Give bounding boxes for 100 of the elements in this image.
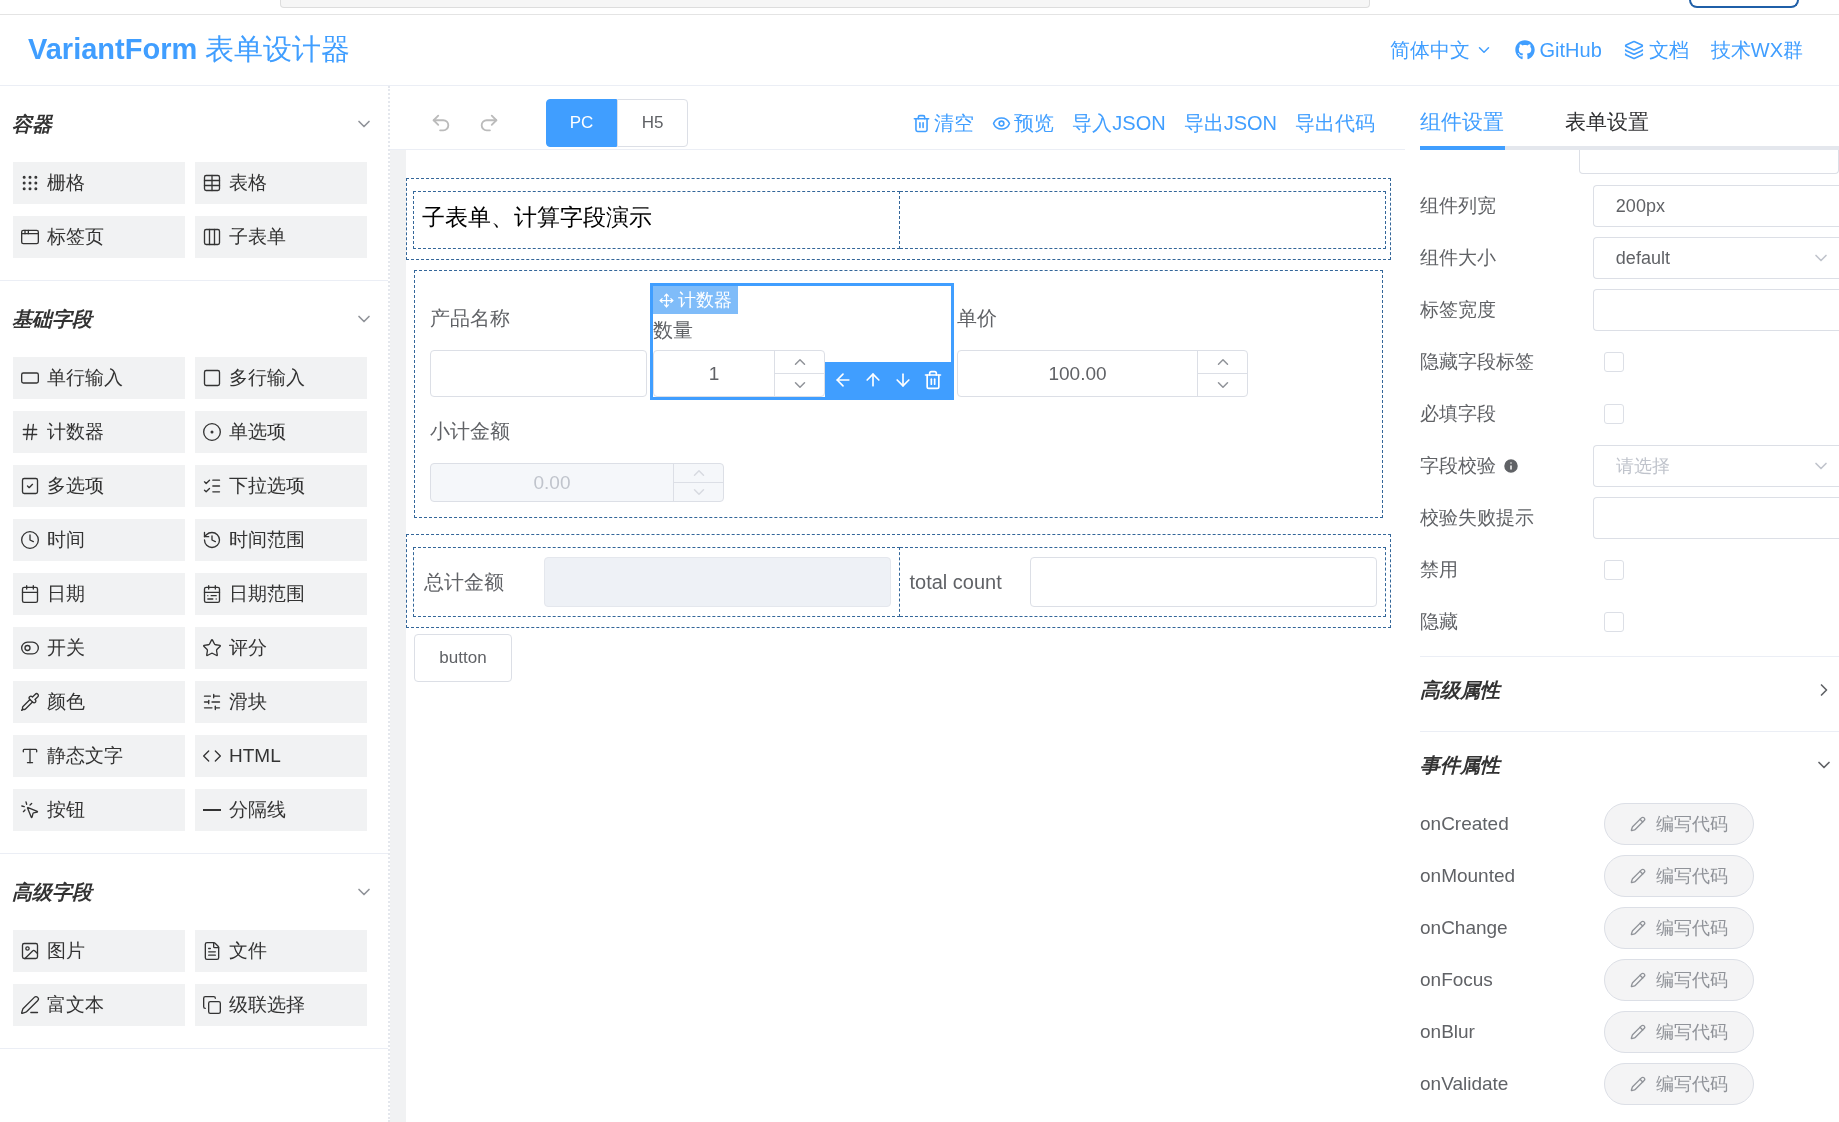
property-label: 组件列宽	[1420, 194, 1496, 218]
widget-item[interactable]: 时间范围	[195, 519, 367, 561]
window-icon	[20, 227, 40, 247]
widget-item[interactable]: 评分	[195, 627, 367, 669]
event-label: onChange	[1420, 917, 1509, 939]
widget-item[interactable]: 级联选择	[195, 984, 367, 1026]
hash-icon	[20, 422, 40, 442]
widget-item[interactable]: 日期范围	[195, 573, 367, 615]
static-text: 子表单、计算字段演示	[422, 203, 652, 232]
table-icon	[202, 173, 222, 193]
number-input[interactable]: 100.00	[957, 350, 1248, 397]
widget-item[interactable]: 图片	[13, 930, 185, 972]
pencil-icon	[1630, 868, 1646, 884]
list-icon	[202, 476, 222, 496]
number-input[interactable]: 1	[653, 350, 825, 397]
widget-item[interactable]: 文件	[195, 930, 367, 972]
text-input[interactable]	[1029, 557, 1377, 607]
file-icon	[202, 941, 222, 961]
square-icon	[202, 368, 222, 388]
text-input[interactable]	[1579, 150, 1839, 174]
event-label: onBlur	[1420, 1021, 1476, 1043]
event-label: onValidate	[1420, 1073, 1510, 1095]
widget-item[interactable]: 栅格	[13, 162, 185, 204]
checkbox[interactable]	[1604, 404, 1624, 424]
pencil-icon	[1630, 920, 1646, 936]
trash-icon[interactable]	[923, 369, 943, 390]
calendar-icon	[20, 584, 40, 604]
field-label: 总计金额	[424, 569, 505, 595]
property-label: 禁用	[1420, 558, 1458, 582]
layers-icon	[1623, 40, 1644, 60]
line-icon	[203, 809, 221, 811]
widget-item[interactable]: 单选项	[195, 411, 367, 453]
text-icon	[20, 746, 40, 766]
text-input[interactable]	[430, 350, 647, 397]
collapse-title[interactable]: 高级属性	[1420, 676, 1500, 704]
section-title: 容器	[12, 111, 52, 137]
widget-item[interactable]: HTML	[195, 735, 367, 777]
widget-item[interactable]: 表格	[195, 162, 367, 204]
field-label: 单价	[957, 305, 997, 331]
redo-icon[interactable]	[478, 112, 500, 134]
widget-item[interactable]: 时间	[13, 519, 185, 561]
property-label: 校验失败提示	[1420, 506, 1534, 530]
settings-tab[interactable]: 表单设置	[1565, 98, 1649, 150]
form-field[interactable]: 产品名称	[427, 283, 650, 400]
widget-item[interactable]: 静态文字	[13, 735, 185, 777]
event-label: onCreated	[1420, 813, 1510, 835]
widget-item[interactable]: 滑块	[195, 681, 367, 723]
pencil-icon	[1630, 1076, 1646, 1092]
pipette-icon	[20, 692, 40, 712]
slider-icon	[202, 692, 222, 712]
device-tab[interactable]: H5	[617, 99, 688, 147]
property-label: 字段校验	[1420, 454, 1496, 478]
property-label: 隐藏	[1420, 610, 1458, 634]
field-label: 数量	[653, 318, 693, 343]
undo-icon[interactable]	[430, 112, 452, 134]
widget-item[interactable]: 子表单	[195, 216, 367, 258]
pencil-icon	[1630, 816, 1646, 832]
widget-item[interactable]: 开关	[13, 627, 185, 669]
form-button[interactable]: button	[414, 634, 512, 682]
columns-icon	[202, 227, 222, 247]
widget-item[interactable]: 富文本	[13, 984, 185, 1026]
property-label: 标签宽度	[1420, 298, 1496, 322]
pencil-icon	[1630, 1024, 1646, 1040]
image-icon	[20, 941, 40, 961]
trash-icon	[912, 113, 932, 133]
collapse-title[interactable]: 事件属性	[1420, 751, 1500, 779]
app-title: VariantForm 表单设计器	[28, 32, 351, 67]
github-icon	[1514, 40, 1535, 60]
select-field[interactable]: default	[1592, 237, 1839, 279]
section-title: 高级字段	[12, 879, 92, 905]
checkbox[interactable]	[1604, 612, 1624, 632]
pen-icon	[20, 995, 40, 1015]
widget-item[interactable]: 颜色	[13, 681, 185, 723]
widget-item[interactable]: 按钮	[13, 789, 185, 831]
form-field[interactable]: 单价 100.00	[954, 283, 1251, 400]
widget-item[interactable]: 单行输入	[13, 357, 185, 399]
widget-item[interactable]: 标签页	[13, 216, 185, 258]
property-label: 必填字段	[1420, 402, 1496, 426]
widget-item[interactable]: 下拉选项	[195, 465, 367, 507]
text-input[interactable]	[1592, 289, 1839, 331]
widget-item[interactable]: 多选项	[13, 465, 185, 507]
radio-icon	[202, 422, 222, 442]
widget-item[interactable]: 多行输入	[195, 357, 367, 399]
checkbox[interactable]	[1604, 352, 1624, 372]
widget-item[interactable]: 日期	[13, 573, 185, 615]
checkbox[interactable]	[1604, 560, 1624, 580]
section-title: 基础字段	[12, 306, 92, 332]
text-input[interactable]	[1592, 497, 1839, 539]
text-input[interactable]: 200px	[1592, 185, 1839, 227]
star-icon	[202, 638, 222, 658]
widget-item[interactable]: 计数器	[13, 411, 185, 453]
checkbox-icon	[20, 476, 40, 496]
selected-field[interactable]: 数量 1 计数器	[650, 283, 954, 400]
clock-icon	[20, 530, 40, 550]
widget-item[interactable]: 分隔线	[195, 789, 367, 831]
copy-icon	[202, 995, 222, 1015]
dots-grid-icon	[20, 173, 40, 193]
field-label: total count	[909, 570, 1003, 594]
field-label: 产品名称	[430, 305, 510, 331]
event-label: onMounted	[1420, 865, 1517, 887]
